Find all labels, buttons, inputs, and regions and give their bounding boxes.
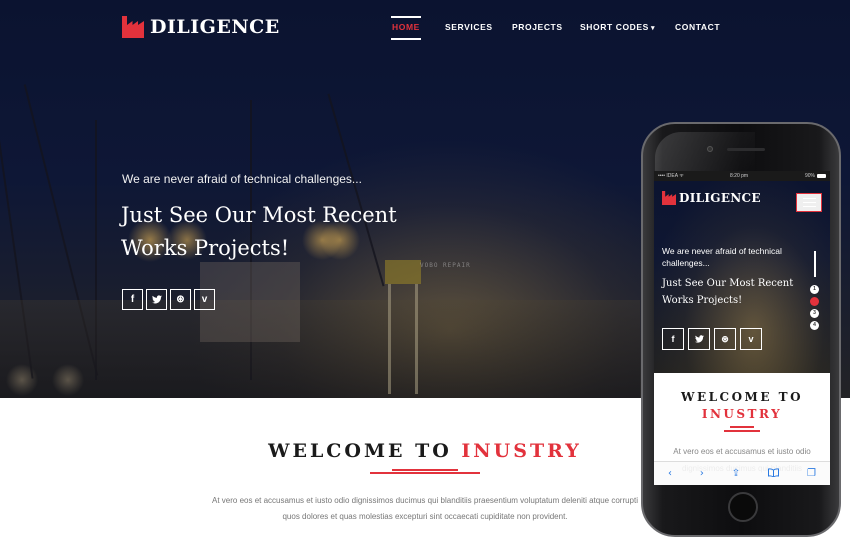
status-time: 8:20 pm [730, 173, 749, 179]
nav-services[interactable]: SERVICES [445, 22, 493, 32]
phone-glare [655, 132, 755, 172]
welcome-title-accent: INUSTRY [461, 440, 582, 462]
slide-dot-4[interactable]: 4 [810, 321, 819, 330]
mobile-title-underline-long [724, 430, 760, 432]
share-icon[interactable]: ⇪ [732, 468, 740, 479]
main-menu: HOME SERVICES PROJECTS SHORT CODES ▾ CONT… [0, 16, 850, 40]
nav-short-codes[interactable]: SHORT CODES ▾ [580, 22, 655, 32]
hero-social-links: f ⊛ v [122, 289, 215, 310]
hero-tagline: We are never afraid of technical challen… [122, 172, 362, 186]
welcome-title-main: WELCOME TO [268, 440, 452, 462]
mobile-hero-headline: Just See Our Most Recent Works Projects! [662, 278, 794, 306]
forward-icon[interactable]: › [700, 468, 704, 479]
phone-screen: •••• IDEA ᯤ 8:20 pm 90% DILIGENCE We are… [654, 171, 830, 485]
tabs-icon[interactable]: ❐ [807, 468, 816, 479]
battery-indicator: 90% [805, 173, 826, 179]
dribbble-icon[interactable]: ⊛ [714, 328, 736, 350]
twitter-icon[interactable] [688, 328, 710, 350]
earpiece-speaker [727, 148, 765, 151]
chevron-down-icon: ▾ [650, 25, 656, 32]
mobile-title-underline-short [730, 426, 754, 428]
phone-status-bar: •••• IDEA ᯤ 8:20 pm 90% [654, 171, 830, 181]
nav-short-codes-label: SHORT CODES [580, 22, 649, 32]
back-icon[interactable]: ‹ [668, 468, 672, 479]
slide-dot-1[interactable]: 1 [810, 285, 819, 294]
slider-pagination: 1 2 3 4 [810, 285, 819, 330]
mobile-welcome-main: WELCOME TO [680, 390, 804, 404]
mobile-social-links: f ⊛ v [662, 328, 762, 350]
crane-legs [388, 284, 418, 394]
mobile-welcome-accent: INUSTRY [701, 407, 783, 421]
front-camera [707, 146, 713, 152]
harbor-dock [0, 300, 640, 398]
vimeo-icon[interactable]: v [194, 289, 215, 310]
facebook-icon[interactable]: f [122, 289, 143, 310]
slide-dot-2[interactable]: 2 [810, 297, 819, 306]
nav-contact[interactable]: CONTACT [675, 22, 720, 32]
title-underline-short [392, 469, 458, 471]
battery-percent: 90% [804, 173, 815, 179]
wifi-icon: ᯤ [679, 173, 684, 179]
vimeo-icon[interactable]: v [740, 328, 762, 350]
ship-hull [200, 262, 300, 342]
safari-toolbar: ‹ › ⇪ ❐ [654, 461, 830, 485]
dribbble-icon[interactable]: ⊛ [170, 289, 191, 310]
mobile-hero-tagline: We are never afraid of technical challen… [662, 246, 782, 268]
mobile-hero: DILIGENCE We are never afraid of technic… [654, 181, 830, 373]
home-button[interactable] [728, 492, 758, 522]
phone-mockup: •••• IDEA ᯤ 8:20 pm 90% DILIGENCE We are… [641, 122, 841, 537]
facebook-icon[interactable]: f [662, 328, 684, 350]
nav-projects[interactable]: PROJECTS [512, 22, 563, 32]
carrier-label: •••• IDEA ᯤ [658, 173, 684, 179]
mobile-welcome-title: WELCOME TO INUSTRY [654, 389, 830, 423]
background-sign: VOBO REPAIR [420, 262, 471, 269]
nav-home[interactable]: HOME [391, 16, 421, 40]
hamburger-icon[interactable] [796, 193, 822, 212]
title-underline-long [370, 472, 480, 474]
mobile-brand-name: DILIGENCE [679, 191, 761, 205]
factory-icon [662, 191, 676, 205]
battery-icon [817, 174, 826, 178]
top-navbar: DILIGENCE HOME SERVICES PROJECTS SHORT C… [0, 0, 850, 55]
twitter-icon[interactable] [146, 289, 167, 310]
bookmarks-icon[interactable] [768, 467, 780, 480]
welcome-paragraph: At vero eos et accusamus et iusto odio d… [212, 496, 638, 521]
slide-dot-3[interactable]: 3 [810, 309, 819, 318]
slider-indicator-line [814, 251, 816, 277]
hero-headline: Just See Our Most Recent Works Projects! [121, 203, 397, 260]
mobile-brand-logo[interactable]: DILIGENCE [662, 191, 761, 205]
